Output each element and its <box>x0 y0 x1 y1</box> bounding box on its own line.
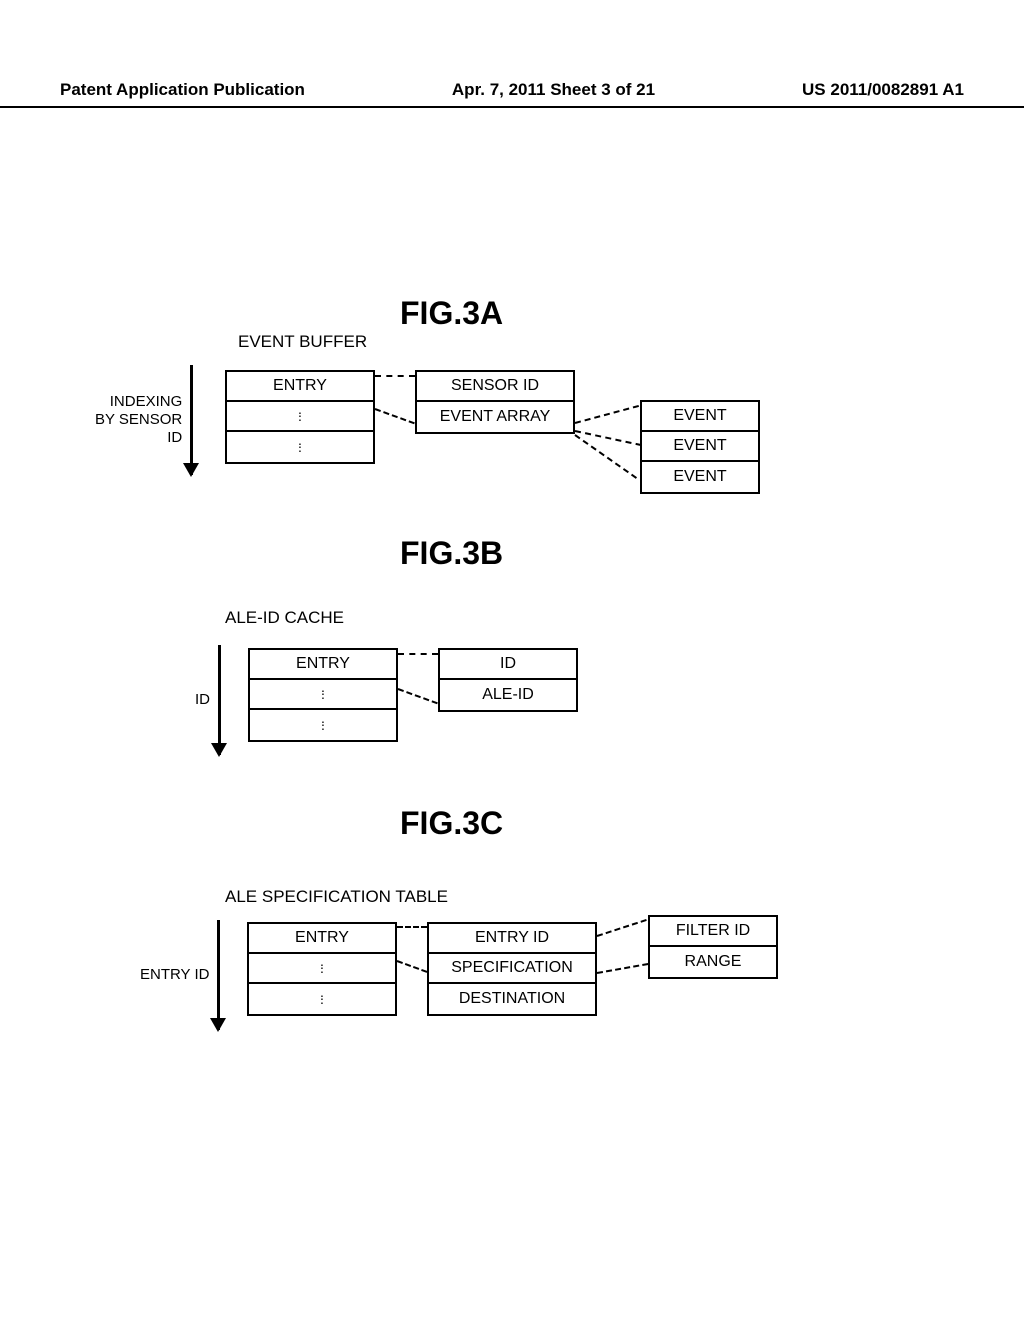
page-header: Patent Application Publication Apr. 7, 2… <box>0 80 1024 108</box>
cell: ID <box>440 650 576 680</box>
fig-3b-index-arrow: ID <box>195 645 221 755</box>
header-left: Patent Application Publication <box>60 80 305 100</box>
down-arrow-icon <box>217 920 220 1030</box>
cell: DESTINATION <box>429 984 595 1014</box>
cell: EVENT ARRAY <box>417 402 573 432</box>
ellipsis-cell: ··· <box>250 680 396 710</box>
cell: SENSOR ID <box>417 372 573 402</box>
ellipsis-cell: ··· <box>250 710 396 740</box>
connector <box>597 963 649 974</box>
cell: ENTRY ID <box>429 924 595 954</box>
fig-3a-index-arrow: INDEXING BY SENSOR ID <box>95 365 193 475</box>
ellipsis-cell: ··· <box>249 954 395 984</box>
fig-3c-col3: FILTER ID RANGE <box>648 915 778 979</box>
down-arrow-icon <box>218 645 221 755</box>
cell: EVENT <box>642 402 758 432</box>
connector <box>375 375 415 377</box>
fig-3c-index-arrow: ENTRY ID <box>140 920 220 1030</box>
fig-3a-title: FIG.3A <box>400 295 503 332</box>
ellipsis-cell: ··· <box>249 984 395 1014</box>
cell: EVENT <box>642 462 758 492</box>
fig-3b-col2: ID ALE-ID <box>438 648 578 712</box>
connector <box>375 408 415 424</box>
fig-3b-col1: ENTRY ··· ··· <box>248 648 398 742</box>
cell: SPECIFICATION <box>429 954 595 984</box>
fig-3c-arrow-label: ENTRY ID <box>140 966 217 984</box>
cell: EVENT <box>642 432 758 462</box>
connector <box>597 919 647 937</box>
connector <box>398 688 438 704</box>
cell: ENTRY <box>250 650 396 680</box>
fig-3a-col2: SENSOR ID EVENT ARRAY <box>415 370 575 434</box>
fig-3b-subtitle: ALE-ID CACHE <box>225 608 344 628</box>
fig-3b-title: FIG.3B <box>400 535 503 572</box>
fig-3a-subtitle: EVENT BUFFER <box>238 332 367 352</box>
connector <box>398 653 438 655</box>
fig-3a-col1: ENTRY ··· ··· <box>225 370 375 464</box>
fig-3a-col3: EVENT EVENT EVENT <box>640 400 760 494</box>
cell: RANGE <box>650 947 776 977</box>
fig-3b-arrow-label: ID <box>195 691 218 709</box>
connector <box>397 960 428 973</box>
ellipsis-cell: ··· <box>227 432 373 462</box>
connector <box>575 405 639 424</box>
cell: ENTRY <box>227 372 373 402</box>
header-right: US 2011/0082891 A1 <box>802 80 964 100</box>
cell: FILTER ID <box>650 917 776 947</box>
header-center: Apr. 7, 2011 Sheet 3 of 21 <box>452 80 655 100</box>
fig-3c-title: FIG.3C <box>400 805 503 842</box>
fig-3c-col2: ENTRY ID SPECIFICATION DESTINATION <box>427 922 597 1016</box>
fig-3c-subtitle: ALE SPECIFICATION TABLE <box>225 887 448 907</box>
fig-3a-arrow-label: INDEXING BY SENSOR ID <box>95 393 190 447</box>
cell: ENTRY <box>249 924 395 954</box>
down-arrow-icon <box>190 365 193 475</box>
fig-3c-col1: ENTRY ··· ··· <box>247 922 397 1016</box>
connector <box>397 926 427 928</box>
cell: ALE-ID <box>440 680 576 710</box>
ellipsis-cell: ··· <box>227 402 373 432</box>
